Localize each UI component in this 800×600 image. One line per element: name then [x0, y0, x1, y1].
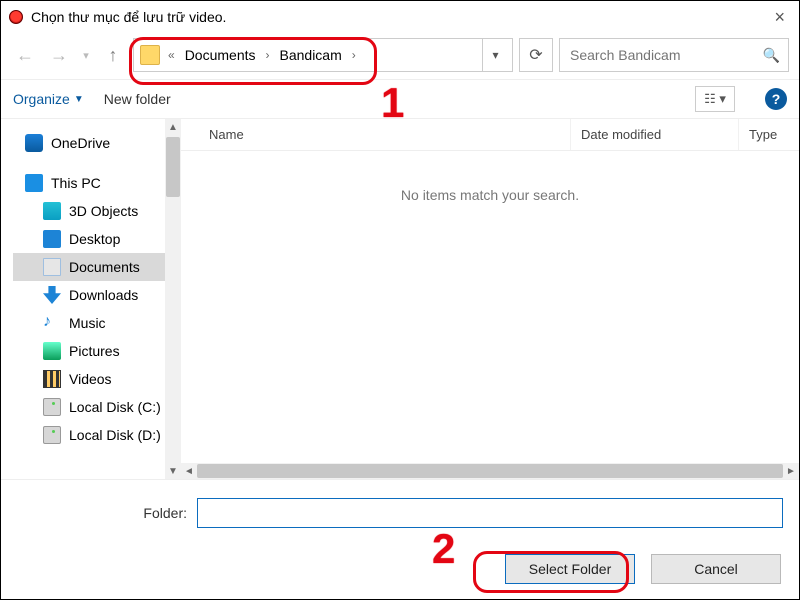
- chevron-right-icon: ›: [348, 48, 360, 62]
- search-icon: 🔍: [763, 47, 780, 64]
- tree-label: Desktop: [69, 231, 120, 247]
- history-dropdown-icon[interactable]: ▾: [79, 49, 93, 62]
- documents-icon: [43, 258, 61, 276]
- tree-label: OneDrive: [51, 135, 110, 151]
- pictures-icon: [43, 342, 61, 360]
- col-name[interactable]: Name: [199, 119, 571, 150]
- col-date[interactable]: Date modified: [571, 119, 739, 150]
- tree-pictures[interactable]: Pictures: [13, 337, 177, 365]
- organize-label: Organize: [13, 91, 70, 107]
- scroll-left-icon[interactable]: ◄: [181, 466, 197, 477]
- close-icon[interactable]: ×: [766, 7, 793, 28]
- onedrive-icon: [25, 134, 43, 152]
- cube-icon: [43, 202, 61, 220]
- music-icon: ♪: [43, 314, 61, 332]
- folder-row: Folder:: [17, 498, 783, 528]
- cancel-button[interactable]: Cancel: [651, 554, 781, 584]
- body: OneDrive This PC 3D Objects Desktop Docu…: [1, 119, 799, 479]
- tree-3d-objects[interactable]: 3D Objects: [13, 197, 177, 225]
- videos-icon: [43, 370, 61, 388]
- select-folder-button[interactable]: Select Folder: [505, 554, 635, 584]
- desktop-icon: [43, 230, 61, 248]
- breadcrumb[interactable]: « Documents › Bandicam › ▾: [133, 38, 513, 72]
- up-button[interactable]: ↑: [99, 41, 127, 69]
- breadcrumb-dropdown-icon[interactable]: ▾: [482, 39, 508, 71]
- record-icon: [9, 10, 23, 24]
- scroll-thumb[interactable]: [197, 464, 783, 478]
- col-type[interactable]: Type: [739, 119, 799, 150]
- chevron-down-icon: ▼: [74, 94, 84, 105]
- tree-label: Local Disk (C:): [69, 399, 161, 415]
- tree-drive-d[interactable]: Local Disk (D:): [13, 421, 177, 449]
- tree-drive-c[interactable]: Local Disk (C:): [13, 393, 177, 421]
- content-h-scrollbar[interactable]: ◄ ►: [181, 463, 799, 479]
- folder-label: Folder:: [17, 505, 187, 521]
- tree-this-pc[interactable]: This PC: [13, 169, 177, 197]
- search-input[interactable]: [568, 46, 757, 64]
- window-title: Chọn thư mục để lưu trữ video.: [31, 9, 766, 25]
- refresh-button[interactable]: ⟳: [519, 38, 553, 72]
- download-icon: [43, 286, 61, 304]
- footer: Folder: Select Folder Cancel: [1, 479, 799, 597]
- tree-label: Videos: [69, 371, 112, 387]
- new-folder-button[interactable]: New folder: [104, 91, 171, 107]
- tree-documents[interactable]: Documents: [13, 253, 177, 281]
- button-row: Select Folder Cancel: [17, 554, 783, 584]
- scroll-thumb[interactable]: [166, 137, 180, 197]
- drive-icon: [43, 398, 61, 416]
- tree-label: Downloads: [69, 287, 138, 303]
- tree-label: Pictures: [69, 343, 120, 359]
- scroll-right-icon[interactable]: ►: [783, 466, 799, 477]
- tree-label: 3D Objects: [69, 203, 138, 219]
- breadcrumb-item-bandicam[interactable]: Bandicam: [274, 43, 348, 67]
- tree-desktop[interactable]: Desktop: [13, 225, 177, 253]
- tree-onedrive[interactable]: OneDrive: [13, 129, 177, 157]
- toolbar: Organize ▼ New folder ☷ ▾ ?: [1, 79, 799, 119]
- navigation-tree: OneDrive This PC 3D Objects Desktop Docu…: [1, 119, 181, 479]
- pc-icon: [25, 174, 43, 192]
- scroll-up-icon[interactable]: ▲: [165, 119, 181, 135]
- tree-label: Music: [69, 315, 106, 331]
- content-pane: Name Date modified Type No items match y…: [181, 119, 799, 479]
- help-icon[interactable]: ?: [765, 88, 787, 110]
- tree-downloads[interactable]: Downloads: [13, 281, 177, 309]
- folder-input[interactable]: [197, 498, 783, 528]
- folder-icon: [140, 45, 160, 65]
- search-box[interactable]: 🔍: [559, 38, 789, 72]
- back-button[interactable]: ←: [11, 41, 39, 69]
- tree-label: Local Disk (D:): [69, 427, 161, 443]
- chevron-right-icon: ›: [262, 48, 274, 62]
- breadcrumb-overflow[interactable]: «: [164, 48, 179, 62]
- drive-icon: [43, 426, 61, 444]
- forward-button[interactable]: →: [45, 41, 73, 69]
- tree-music[interactable]: ♪ Music: [13, 309, 177, 337]
- scroll-down-icon[interactable]: ▼: [165, 463, 181, 479]
- tree-scrollbar[interactable]: ▲ ▼: [165, 119, 181, 479]
- empty-message: No items match your search.: [181, 187, 799, 203]
- title-bar: Chọn thư mục để lưu trữ video. ×: [1, 1, 799, 33]
- tree-videos[interactable]: Videos: [13, 365, 177, 393]
- tree-label: Documents: [69, 259, 140, 275]
- column-headers: Name Date modified Type: [181, 119, 799, 151]
- nav-row: ← → ▾ ↑ « Documents › Bandicam › ▾ ⟳ 🔍: [1, 33, 799, 79]
- view-options-button[interactable]: ☷ ▾: [695, 86, 735, 112]
- tree-label: This PC: [51, 175, 101, 191]
- organize-menu[interactable]: Organize ▼: [13, 91, 84, 107]
- breadcrumb-item-documents[interactable]: Documents: [179, 43, 262, 67]
